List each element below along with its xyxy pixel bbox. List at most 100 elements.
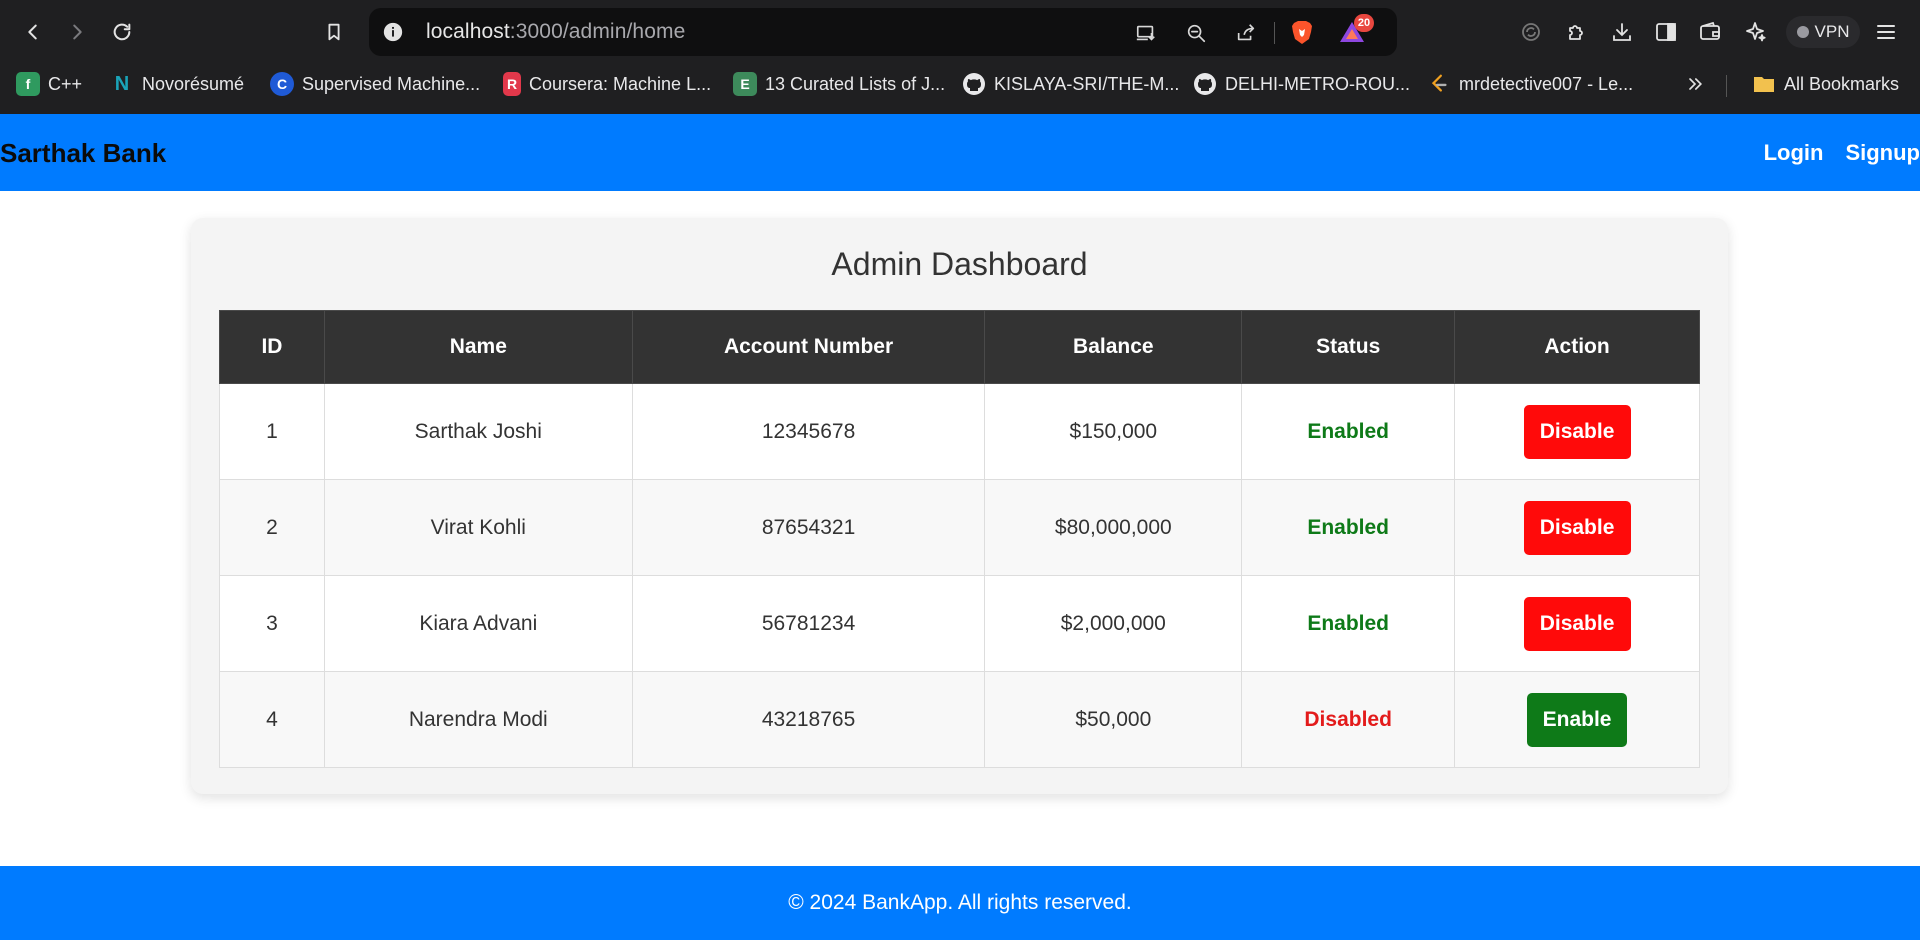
bookmark-label: Coursera: Machine L...: [529, 73, 712, 94]
url-path: :3000/admin/home: [509, 20, 686, 43]
bookmark-label: Novorésumé: [142, 73, 245, 94]
cell-action: Disable: [1454, 383, 1700, 480]
coursera-favicon-icon: C: [270, 72, 294, 96]
vpn-status-icon: [1796, 26, 1809, 38]
bookmark-item[interactable]: E 13 Curated Lists of J...: [733, 71, 945, 97]
bookmarks-separator: [1726, 75, 1727, 97]
status-badge: Enabled: [1307, 515, 1389, 539]
reload-button[interactable]: [104, 14, 140, 50]
leo-ai-icon[interactable]: [1741, 18, 1769, 46]
cell-balance: $150,000: [984, 383, 1243, 480]
cell-action: Enable: [1454, 671, 1700, 768]
app-footer: © 2024 BankApp. All rights reserved.: [0, 866, 1920, 940]
cell-action: Disable: [1454, 575, 1700, 672]
cell-account-number: 87654321: [631, 479, 986, 576]
table-row: 4 Narendra Modi 43218765 $50,000 Disable…: [219, 671, 1700, 768]
bookmarks-bar: f C++ N Novorésumé C Supervised Machine.…: [0, 66, 1920, 102]
dashboard-card: Admin Dashboard ID Name Account Number B…: [191, 218, 1728, 794]
nav-links: Login Signup: [1764, 140, 1920, 166]
bookmark-item[interactable]: N Novorésumé: [110, 71, 244, 97]
disable-button[interactable]: Disable: [1523, 596, 1631, 651]
bookmark-item[interactable]: DELHI-METRO-ROU...: [1193, 71, 1410, 97]
bookmark-item[interactable]: mrdetective007 - Le...: [1427, 71, 1633, 97]
url-text[interactable]: localhost:3000/admin/home: [426, 20, 685, 44]
cell-name: Narendra Modi: [323, 671, 633, 768]
table-row: 3 Kiara Advani 56781234 $2,000,000 Enabl…: [219, 575, 1700, 672]
table-row: 2 Virat Kohli 87654321 $80,000,000 Enabl…: [219, 479, 1700, 576]
bookmark-item[interactable]: R Coursera: Machine L...: [503, 71, 711, 97]
rewards-badge: 20: [1354, 14, 1374, 32]
login-link[interactable]: Login: [1764, 140, 1824, 166]
cell-id: 4: [219, 671, 325, 768]
bookmark-label: DELHI-METRO-ROU...: [1225, 73, 1411, 94]
bookmark-item[interactable]: C Supervised Machine...: [270, 71, 480, 97]
bookmark-favicon-icon: f: [16, 72, 40, 96]
disable-button[interactable]: Disable: [1523, 404, 1631, 459]
zoom-out-icon[interactable]: [1183, 20, 1209, 46]
browser-chrome: localhost:3000/admin/home 20 VPN f C++ N…: [0, 0, 1920, 114]
cell-account-number: 43218765: [631, 671, 986, 768]
all-bookmarks-label: All Bookmarks: [1784, 73, 1900, 94]
accounts-table: ID Name Account Number Balance Status Ac…: [219, 310, 1700, 768]
app-navbar: Sarthak Bank Login Signup: [0, 114, 1920, 191]
bookmark-item[interactable]: KISLAYA-SRI/THE-M...: [962, 71, 1179, 97]
github-icon: [962, 72, 986, 96]
column-header-id: ID: [219, 310, 325, 384]
signup-link[interactable]: Signup: [1845, 140, 1920, 166]
downloads-icon[interactable]: [1608, 18, 1636, 46]
enable-button[interactable]: Enable: [1527, 692, 1628, 747]
more-bookmarks-button[interactable]: [1682, 71, 1708, 97]
menu-button[interactable]: [1872, 18, 1900, 46]
github-icon: [1193, 72, 1217, 96]
share-icon[interactable]: [1233, 20, 1259, 46]
cell-balance: $50,000: [984, 671, 1243, 768]
brand-logo[interactable]: Sarthak Bank: [0, 138, 166, 169]
cell-status: Disabled: [1241, 671, 1456, 768]
address-bar[interactable]: localhost:3000/admin/home 20: [369, 8, 1397, 56]
extensions-icon[interactable]: [1563, 18, 1591, 46]
bookmark-icon: [328, 23, 340, 41]
cell-name: Kiara Advani: [323, 575, 633, 672]
back-arrow-icon: [28, 24, 37, 40]
omnibox-divider: [1274, 22, 1275, 44]
forward-arrow-icon: [73, 24, 82, 40]
page-title: Admin Dashboard: [831, 246, 1088, 282]
bookmark-label: C++: [48, 73, 83, 94]
cell-account-number: 12345678: [631, 383, 986, 480]
novoresume-favicon-icon: N: [114, 72, 130, 95]
all-bookmarks-button[interactable]: All Bookmarks: [1752, 71, 1899, 97]
cell-balance: $80,000,000: [984, 479, 1243, 576]
cell-status: Enabled: [1241, 479, 1456, 576]
brave-shields-icon[interactable]: [1290, 20, 1314, 46]
table-row: 1 Sarthak Joshi 12345678 $150,000 Enable…: [219, 383, 1700, 480]
back-button[interactable]: [15, 14, 51, 50]
reload-icon: [113, 23, 131, 41]
column-header-balance: Balance: [984, 310, 1243, 384]
vpn-label: VPN: [1814, 22, 1850, 41]
sync-icon[interactable]: [1517, 18, 1545, 46]
cell-action: Disable: [1454, 479, 1700, 576]
wallet-icon[interactable]: [1696, 18, 1724, 46]
bookmark-label: KISLAYA-SRI/THE-M...: [994, 73, 1180, 94]
install-app-icon[interactable]: [1133, 20, 1159, 46]
cell-name: Virat Kohli: [323, 479, 633, 576]
bookmark-label: Supervised Machine...: [302, 73, 481, 94]
bookmark-label: mrdetective007 - Le...: [1459, 73, 1634, 94]
forward-button[interactable]: [59, 14, 95, 50]
cell-id: 3: [219, 575, 325, 672]
cell-status: Enabled: [1241, 383, 1456, 480]
double-chevron-right-icon: [1689, 78, 1703, 90]
elephant-favicon-icon: E: [733, 72, 757, 96]
folder-icon: [1752, 72, 1776, 96]
disable-button[interactable]: Disable: [1523, 500, 1631, 555]
table-header-row: ID Name Account Number Balance Status Ac…: [219, 310, 1700, 384]
bookmark-item[interactable]: f C++: [16, 71, 82, 97]
browser-toolbar: localhost:3000/admin/home 20 VPN: [0, 0, 1920, 64]
cell-id: 1: [219, 383, 325, 480]
bookmark-page-button[interactable]: [316, 14, 352, 50]
hamburger-menu-icon: [1877, 25, 1895, 39]
status-badge: Enabled: [1307, 611, 1389, 635]
site-info-icon[interactable]: [381, 20, 405, 44]
vpn-button[interactable]: VPN: [1786, 16, 1860, 48]
sidebar-icon[interactable]: [1652, 18, 1680, 46]
